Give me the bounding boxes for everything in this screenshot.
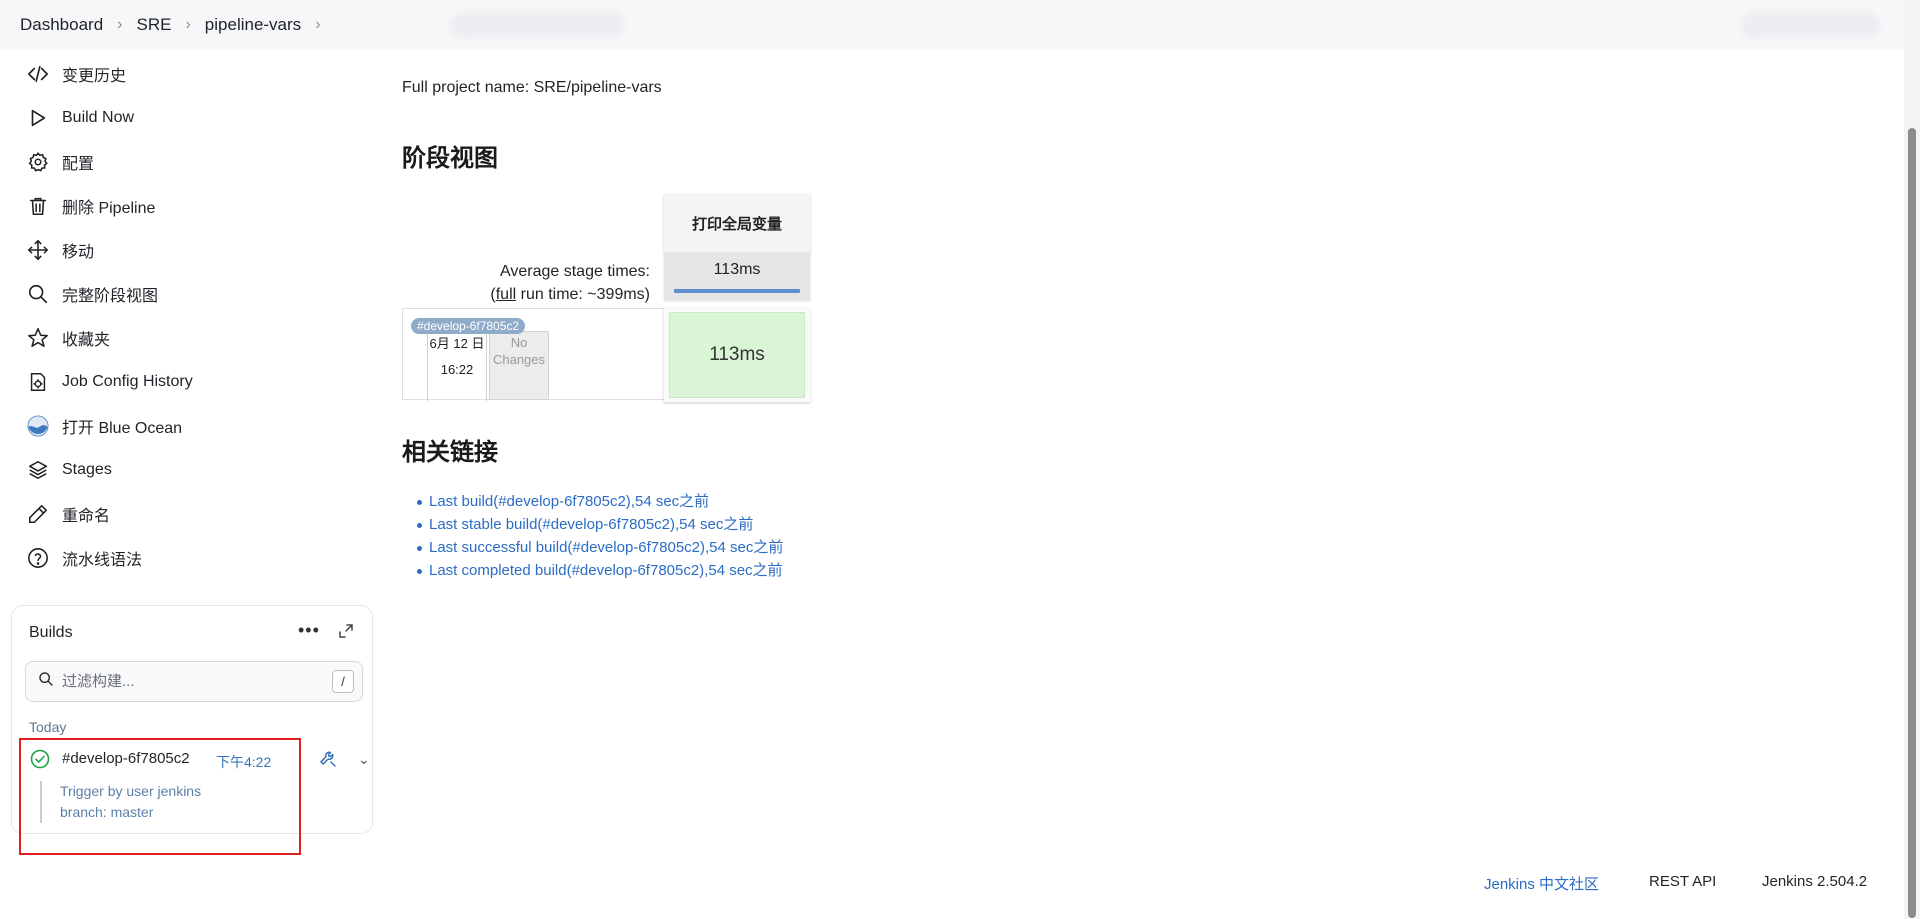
build-date: 6月 12 日	[429, 336, 485, 351]
move-icon	[26, 238, 50, 262]
sidebar-item-label: Job Config History	[62, 373, 193, 390]
sidebar-item-job-config-history[interactable]: Job Config History	[26, 360, 366, 404]
footer-version[interactable]: Jenkins 2.504.2	[1762, 873, 1867, 890]
sidebar-item-configure[interactable]: 配置	[26, 140, 366, 184]
build-badge[interactable]: #develop-6f7805c2	[411, 318, 526, 334]
build-date-column: 6月 12 日 16:22	[427, 331, 487, 401]
breadcrumb-sre[interactable]: SRE	[137, 15, 172, 35]
sidebar-item-changes[interactable]: 变更历史	[26, 52, 366, 96]
breadcrumb-chevron-icon[interactable]: ›	[315, 16, 320, 34]
sidebar-item-rename[interactable]: 重命名	[26, 492, 366, 536]
average-time-bar	[674, 289, 800, 293]
star-icon	[26, 326, 50, 350]
related-links-heading: 相关链接	[402, 439, 498, 466]
scrollbar-thumb[interactable]	[1908, 128, 1916, 918]
breadcrumb-pipeline-vars[interactable]: pipeline-vars	[205, 15, 301, 35]
stage-view: 打印全局变量 Average stage times: (full run ti…	[402, 194, 810, 406]
blue-ocean-icon	[26, 414, 50, 438]
sidebar-item-full-stage-view[interactable]: 完整阶段视图	[26, 272, 366, 316]
sidebar: 变更历史 Build Now 配置 删除 Pipeline 移动 完整阶段视图	[26, 52, 366, 580]
stage-view-heading: 阶段视图	[402, 145, 498, 172]
sidebar-item-label: 完整阶段视图	[62, 288, 159, 305]
sidebar-item-label: 重命名	[62, 508, 111, 525]
avg-label-text: Average stage times:	[499, 263, 650, 280]
play-icon	[26, 106, 50, 130]
no-changes-cell[interactable]: No Changes	[489, 331, 549, 400]
sidebar-item-label: 移动	[62, 244, 95, 261]
sidebar-item-label: Stages	[62, 461, 112, 478]
blurred-region	[450, 12, 625, 38]
sidebar-item-label: 变更历史	[62, 68, 127, 85]
trash-icon	[26, 194, 50, 218]
average-stage-time-cell: 113ms	[664, 252, 810, 300]
blurred-region	[1740, 12, 1880, 38]
search-icon	[26, 282, 50, 306]
code-icon	[26, 62, 50, 86]
build-row-header: 6月 12 日 16:22 No Changes #develop-6f7805…	[402, 308, 664, 401]
layers-icon	[26, 458, 50, 482]
sidebar-item-blue-ocean[interactable]: 打开 Blue Ocean	[26, 404, 366, 448]
sidebar-item-label: 打开 Blue Ocean	[62, 420, 183, 437]
gear-icon	[26, 150, 50, 174]
pencil-icon	[26, 502, 50, 526]
average-stage-times-label: Average stage times: (full run time: ~39…	[402, 260, 650, 306]
stage-result-cell[interactable]: 113ms	[664, 308, 810, 402]
list-item: Last build(#develop-6f7805c2),54 sec之前	[416, 490, 783, 513]
average-stage-time: 113ms	[713, 261, 761, 278]
page-scrollbar[interactable]	[1904, 0, 1920, 919]
breadcrumb-dashboard[interactable]: Dashboard	[20, 15, 103, 35]
stage-header[interactable]: 打印全局变量	[664, 194, 810, 252]
list-item: Last completed build(#develop-6f7805c2),…	[416, 559, 783, 582]
footer-community-link[interactable]: Jenkins 中文社区	[1484, 873, 1599, 894]
sidebar-item-delete-pipeline[interactable]: 删除 Pipeline	[26, 184, 366, 228]
full-run-link[interactable]: full	[496, 286, 516, 303]
list-item: Last stable build(#develop-6f7805c2),54 …	[416, 513, 783, 536]
last-completed-build-link[interactable]: Last completed build(#develop-6f7805c2),…	[429, 562, 783, 579]
sidebar-item-label: 流水线语法	[62, 552, 143, 569]
full-run-suffix: run time: ~399ms)	[516, 286, 650, 303]
sidebar-item-move[interactable]: 移动	[26, 228, 366, 272]
sidebar-item-build-now[interactable]: Build Now	[26, 96, 366, 140]
breadcrumb-chevron-icon: ›	[117, 16, 123, 33]
sidebar-item-favorites[interactable]: 收藏夹	[26, 316, 366, 360]
sidebar-item-label: 配置	[62, 156, 95, 173]
console-output-icon[interactable]	[318, 749, 338, 769]
full-run-time: (full run time: ~399ms)	[402, 283, 650, 306]
related-links-list: Last build(#develop-6f7805c2),54 sec之前 L…	[416, 490, 783, 582]
full-project-name: Full project name: SRE/pipeline-vars	[402, 79, 662, 96]
sidebar-item-label: 收藏夹	[62, 332, 111, 349]
breadcrumb-chevron-icon: ›	[185, 16, 191, 33]
last-build-link[interactable]: Last build(#develop-6f7805c2),54 sec之前	[429, 493, 709, 510]
config-history-icon	[26, 370, 50, 394]
footer-rest-api-link[interactable]: REST API	[1649, 873, 1716, 890]
chevron-down-icon[interactable]: ⌄	[358, 751, 370, 768]
highlight-annotation-box	[19, 738, 301, 855]
sidebar-item-label: Build Now	[62, 109, 135, 126]
stage-duration[interactable]: 113ms	[669, 312, 805, 398]
sidebar-item-pipeline-syntax[interactable]: 流水线语法	[26, 536, 366, 580]
build-clock-time: 16:22	[440, 362, 474, 377]
breadcrumb-bar: Dashboard › SRE › pipeline-vars ›	[0, 0, 1904, 50]
list-item: Last successful build(#develop-6f7805c2)…	[416, 536, 783, 559]
sidebar-item-label: 删除 Pipeline	[62, 200, 156, 217]
sidebar-item-stages[interactable]: Stages	[26, 448, 366, 492]
last-stable-build-link[interactable]: Last stable build(#develop-6f7805c2),54 …	[429, 516, 753, 533]
last-successful-build-link[interactable]: Last successful build(#develop-6f7805c2)…	[429, 539, 783, 556]
help-icon	[26, 546, 50, 570]
